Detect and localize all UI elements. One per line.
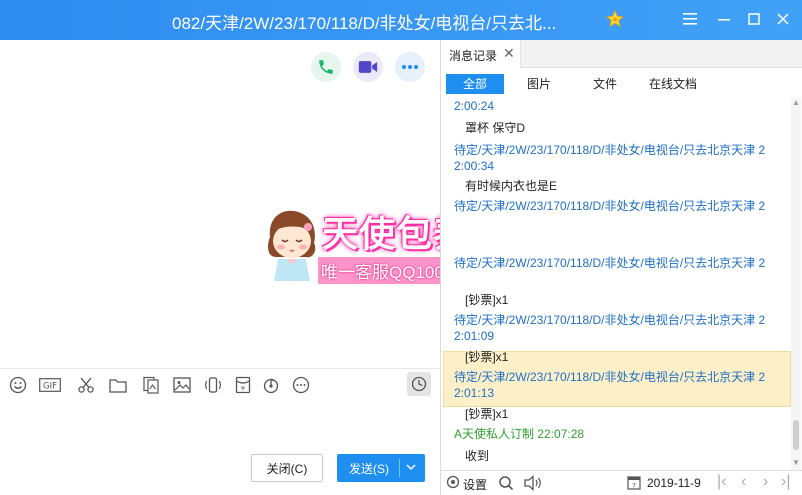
send-button[interactable]: 发送(S) xyxy=(337,454,425,482)
window-title: 082/天津/2W/23/170/118/D/非处女/电视台/只去北... xyxy=(172,14,557,33)
scissors-icon[interactable] xyxy=(76,375,96,395)
filter-all[interactable]: 全部 xyxy=(446,74,504,94)
message-body: [钞票]x1 xyxy=(465,350,509,364)
message-body: 收到 xyxy=(465,449,490,463)
gif-icon[interactable]: GIF xyxy=(38,375,62,395)
previous-page-icon[interactable]: ‹ xyxy=(741,473,746,491)
svg-text:GIF: GIF xyxy=(43,382,57,392)
last-page-icon[interactable]: ›| xyxy=(781,473,790,491)
tab-message-history[interactable]: 消息记录 ✕ xyxy=(441,40,521,68)
voice-call-button[interactable] xyxy=(311,52,341,82)
message-sender: 待定/天津/2W/23/170/118/D/非处女/电视台/只去北京天津 2 xyxy=(454,256,766,270)
shake-icon[interactable] xyxy=(203,375,223,395)
menu-icon[interactable] xyxy=(678,8,702,32)
message-timestamp: 2:01:09 xyxy=(454,329,495,343)
history-scrollbar[interactable]: ▲ ▼ xyxy=(791,98,801,470)
message-body: [钞票]x1 xyxy=(465,293,509,307)
history-message-list[interactable]: 2:00:24 罩杯 保守D 待定/天津/2W/23/170/118/D/非处女… xyxy=(441,98,791,470)
search-icon[interactable] xyxy=(498,475,514,491)
close-icon[interactable] xyxy=(771,8,795,32)
message-sender: 待定/天津/2W/23/170/118/D/非处女/电视台/只去北京天津 2 xyxy=(454,370,766,384)
svg-text:7: 7 xyxy=(632,482,636,490)
chat-message-area xyxy=(0,40,440,368)
video-call-button[interactable] xyxy=(353,52,383,82)
close-tab-icon[interactable]: ✕ xyxy=(503,45,515,62)
send-button-divider xyxy=(399,459,400,477)
message-history-panel: 消息记录 ✕ 全部 图片 文件 在线文档 2:00:24 罩杯 保守D 待定/天… xyxy=(441,40,802,495)
more-icon xyxy=(402,65,418,69)
music-icon[interactable] xyxy=(261,375,281,395)
video-icon xyxy=(358,61,378,73)
settings-label[interactable]: 设置 xyxy=(463,476,487,493)
next-page-icon[interactable]: › xyxy=(763,473,768,491)
speaker-icon[interactable] xyxy=(523,475,543,491)
message-sender: 待定/天津/2W/23/170/118/D/非处女/电视台/只去北京天津 2 xyxy=(454,143,766,157)
message-timestamp: 2:00:34 xyxy=(454,159,495,173)
more-tools-icon[interactable] xyxy=(291,375,311,395)
scroll-down-icon[interactable]: ▼ xyxy=(792,458,800,467)
message-sender: 待定/天津/2W/23/170/118/D/非处女/电视台/只去北京天津 2 xyxy=(454,199,766,213)
tab-label: 消息记录 xyxy=(449,49,498,63)
title-bar: 082/天津/2W/23/170/118/D/非处女/电视台/只去北... xyxy=(0,0,802,40)
message-sender: 待定/天津/2W/23/170/118/D/非处女/电视台/只去北京天津 2 xyxy=(454,313,766,327)
image-editor-icon[interactable] xyxy=(141,375,161,395)
history-tab-bar: 消息记录 ✕ xyxy=(441,40,802,68)
message-timestamp: 2:00:24 xyxy=(454,99,495,113)
close-button[interactable]: 关闭(C) xyxy=(251,454,323,482)
first-page-icon[interactable]: |‹ xyxy=(717,473,726,491)
message-history-clock-icon[interactable] xyxy=(407,372,431,396)
input-toolbar: GIF ¥ xyxy=(0,368,440,400)
cartoon-girl-icon xyxy=(268,210,316,281)
svg-text:¥: ¥ xyxy=(241,385,245,393)
filter-files[interactable]: 文件 xyxy=(585,74,625,94)
scroll-up-icon[interactable]: ▲ xyxy=(792,98,800,107)
emoji-icon[interactable] xyxy=(8,375,28,395)
scrollbar-thumb[interactable] xyxy=(793,420,799,450)
settings-icon[interactable] xyxy=(446,475,460,489)
message-body: 罩杯 保守D xyxy=(465,121,526,135)
chevron-down-icon[interactable] xyxy=(405,461,417,473)
history-date[interactable]: 2019-11-9 xyxy=(647,476,701,490)
calendar-icon[interactable]: 7 xyxy=(627,475,641,490)
message-timestamp: 2:01:13 xyxy=(454,386,495,400)
message-sender-self: A天使私人订制 22:07:28 xyxy=(454,427,585,441)
red-envelope-icon[interactable]: ¥ xyxy=(233,375,253,395)
send-button-label: 发送(S) xyxy=(349,462,389,476)
history-footer: 设置 7 2019-11-9 |‹ ‹ › ›| xyxy=(441,470,802,495)
maximize-icon[interactable] xyxy=(742,8,766,32)
more-options-button[interactable] xyxy=(395,52,425,82)
phone-icon xyxy=(319,60,333,74)
star-icon[interactable] xyxy=(606,10,624,28)
filter-online-docs[interactable]: 在线文档 xyxy=(641,74,705,94)
picture-icon[interactable] xyxy=(172,375,192,395)
message-body: [钞票]x1 xyxy=(465,407,509,421)
filter-images[interactable]: 图片 xyxy=(519,74,559,94)
message-body: 有时候内衣也是E xyxy=(465,179,558,193)
history-filter-bar: 全部 图片 文件 在线文档 xyxy=(441,72,802,96)
minimize-icon[interactable] xyxy=(712,8,736,32)
folder-icon[interactable] xyxy=(108,375,128,395)
